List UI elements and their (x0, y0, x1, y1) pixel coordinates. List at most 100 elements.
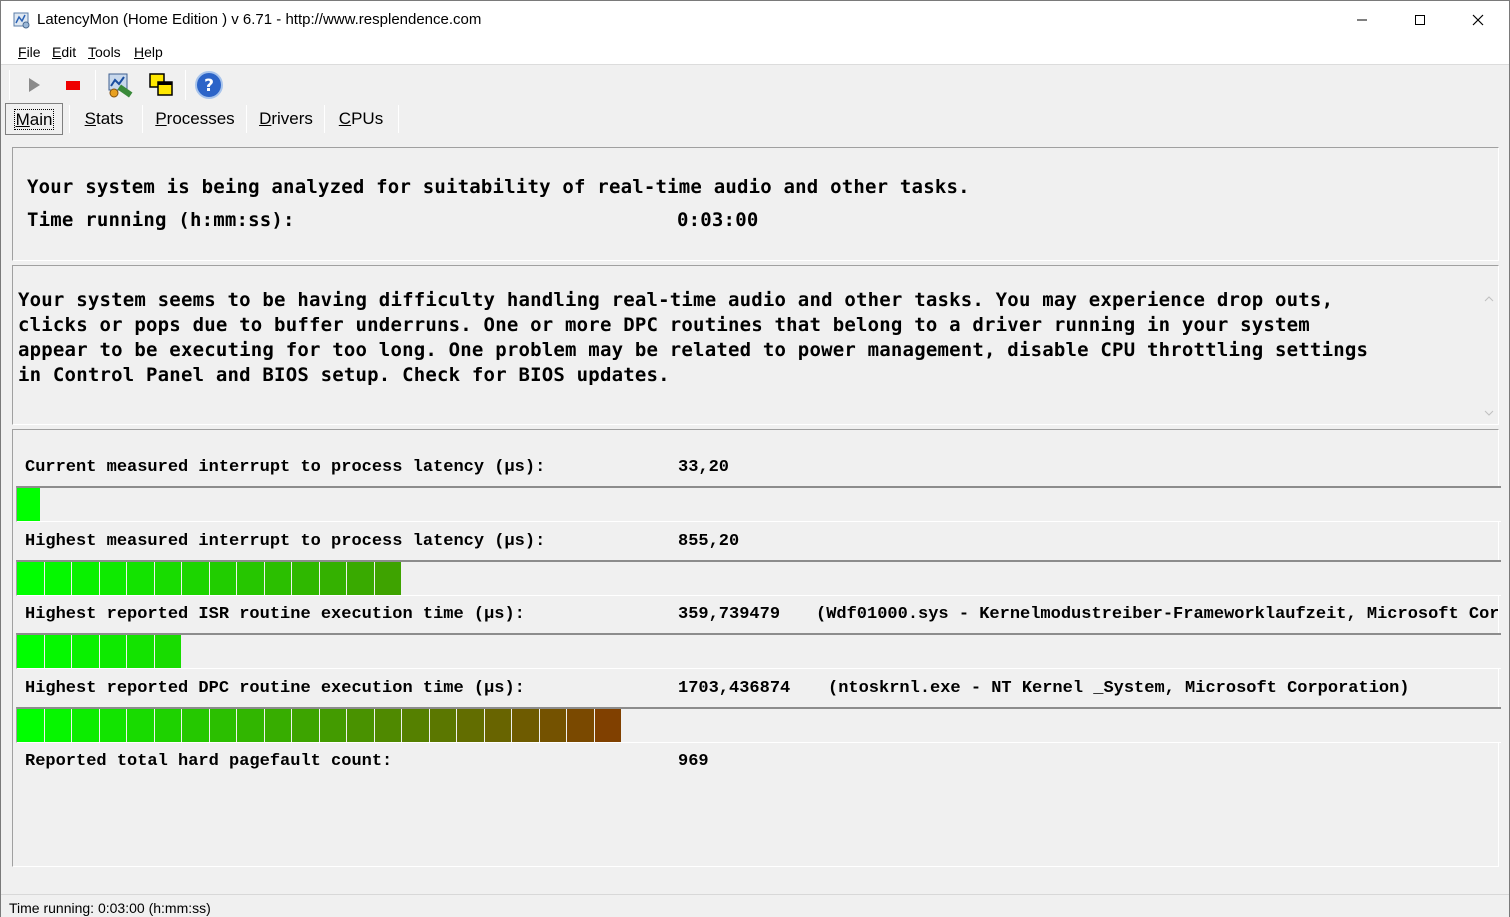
analysis-heading: Your system is being analyzed for suitab… (27, 176, 970, 198)
meter-segment (17, 488, 41, 521)
verdict-scrollbar[interactable] (1480, 266, 1498, 424)
svg-text:?: ? (204, 76, 214, 96)
analyze-button[interactable] (105, 70, 135, 100)
minimize-button[interactable] (1333, 1, 1391, 39)
meter-segment (154, 562, 182, 595)
tab-stats[interactable]: Stats (76, 103, 132, 135)
meter-segment (209, 562, 237, 595)
menu-help-label: elp (144, 44, 163, 60)
meter-segment (429, 709, 457, 742)
maximize-button[interactable] (1391, 1, 1449, 39)
meter-segment (264, 562, 292, 595)
stop-button[interactable] (58, 70, 88, 100)
toolbar-separator-2 (185, 70, 186, 100)
meter-segment (292, 562, 320, 595)
tab-separator (246, 105, 247, 133)
tab-main[interactable]: Main (5, 103, 63, 135)
menu-file[interactable]: File (18, 44, 41, 60)
verdict-line-1: Your system seems to be having difficult… (18, 289, 1334, 311)
menu-bar: File Edit Tools Help (1, 39, 1509, 65)
verdict-line-2: clicks or pops due to buffer underruns. … (18, 314, 1310, 336)
window-title: LatencyMon (Home Edition ) v 6.71 - http… (37, 11, 482, 28)
meter-segment (237, 562, 265, 595)
meter-segment (347, 709, 375, 742)
tab-separator (324, 105, 325, 133)
close-button[interactable] (1449, 1, 1507, 39)
help-icon: ? (195, 71, 223, 99)
status-time-running: Time running: 0:03:00 (h:mm:ss) (9, 900, 211, 916)
current-latency-bar (17, 488, 41, 521)
pagefault-label: Reported total hard pagefault count: (25, 752, 393, 771)
meter-segment (127, 562, 155, 595)
dpc-label: Highest reported DPC routine execution t… (25, 679, 525, 698)
dpc-value: 1703,436874 (678, 679, 791, 698)
scroll-up-arrow-icon[interactable] (1484, 294, 1494, 304)
menu-tools[interactable]: Tools (88, 44, 121, 60)
toolbar-separator (95, 70, 96, 100)
meter-segment (264, 709, 292, 742)
meter-segment (154, 709, 182, 742)
menu-tools-label: ools (95, 44, 121, 60)
current-latency-value: 33,20 (678, 458, 730, 477)
meter-segment (182, 709, 210, 742)
meter-segment (72, 562, 100, 595)
scroll-down-arrow-icon[interactable] (1484, 408, 1494, 418)
close-icon (1472, 14, 1484, 26)
toolbar: ? (1, 66, 1509, 103)
isr-driver-detail: (Wdf01000.sys - Kernelmodustreiber-Frame… (816, 605, 1498, 624)
meter-segment (457, 709, 485, 742)
menu-help[interactable]: Help (134, 44, 163, 60)
meter-segment (154, 635, 182, 668)
menu-help-accel: H (134, 44, 145, 60)
analyze-icon (108, 73, 133, 98)
isr-meter (16, 633, 1501, 669)
dpc-driver-detail: (ntoskrnl.exe - NT Kernel _System, Micro… (828, 679, 1410, 698)
tab-main-label: Main (13, 109, 55, 130)
verdict-panel: Your system seems to be having difficult… (12, 265, 1499, 425)
dpc-meter (16, 707, 1501, 743)
meter-segment (319, 709, 347, 742)
latencymon-window: LatencyMon (Home Edition ) v 6.71 - http… (0, 0, 1510, 917)
tab-separator (142, 105, 143, 133)
menu-edit[interactable]: Edit (52, 44, 76, 60)
tab-main-accel: M (15, 110, 30, 129)
meter-segment (374, 562, 402, 595)
meter-segment (44, 709, 72, 742)
tab-separator (398, 105, 399, 133)
highest-latency-meter (16, 560, 1501, 596)
dpc-bar (17, 709, 622, 742)
meter-segment (319, 562, 347, 595)
latencymon-app-icon (13, 12, 30, 29)
meter-segment (512, 709, 540, 742)
minimize-icon (1357, 19, 1367, 21)
meter-segment (72, 635, 100, 668)
isr-value: 359,739479 (678, 605, 781, 624)
meter-segment (17, 709, 45, 742)
highest-latency-value: 855,20 (678, 532, 740, 551)
verdict-line-4: in Control Panel and BIOS setup. Check f… (18, 364, 670, 386)
tab-processes-accel: P (155, 109, 167, 128)
meter-segment (127, 635, 155, 668)
meter-segment (567, 709, 595, 742)
metrics-panel: Current measured interrupt to process la… (12, 429, 1501, 867)
menu-tools-accel: T (88, 44, 95, 60)
meter-segment (44, 635, 72, 668)
tab-strip: Main Stats Processes Drivers CPUs (1, 103, 1509, 135)
tab-cpus-rest: PUs (351, 109, 384, 128)
windows-button[interactable] (146, 70, 176, 100)
start-button[interactable] (19, 70, 49, 100)
help-button[interactable]: ? (194, 70, 224, 100)
tab-cpus[interactable]: CPUs (331, 103, 391, 135)
tab-drivers[interactable]: Drivers (253, 103, 319, 135)
meter-segment (44, 562, 72, 595)
meter-segment (594, 709, 622, 742)
meter-segment (539, 709, 567, 742)
play-icon (29, 78, 40, 92)
meter-segment (72, 709, 100, 742)
meter-segment (209, 709, 237, 742)
tab-stats-accel: S (84, 109, 96, 128)
meter-segment (127, 709, 155, 742)
tab-drivers-rest: rivers (271, 109, 313, 128)
tab-processes[interactable]: Processes (149, 103, 241, 135)
current-latency-meter (16, 486, 1501, 522)
